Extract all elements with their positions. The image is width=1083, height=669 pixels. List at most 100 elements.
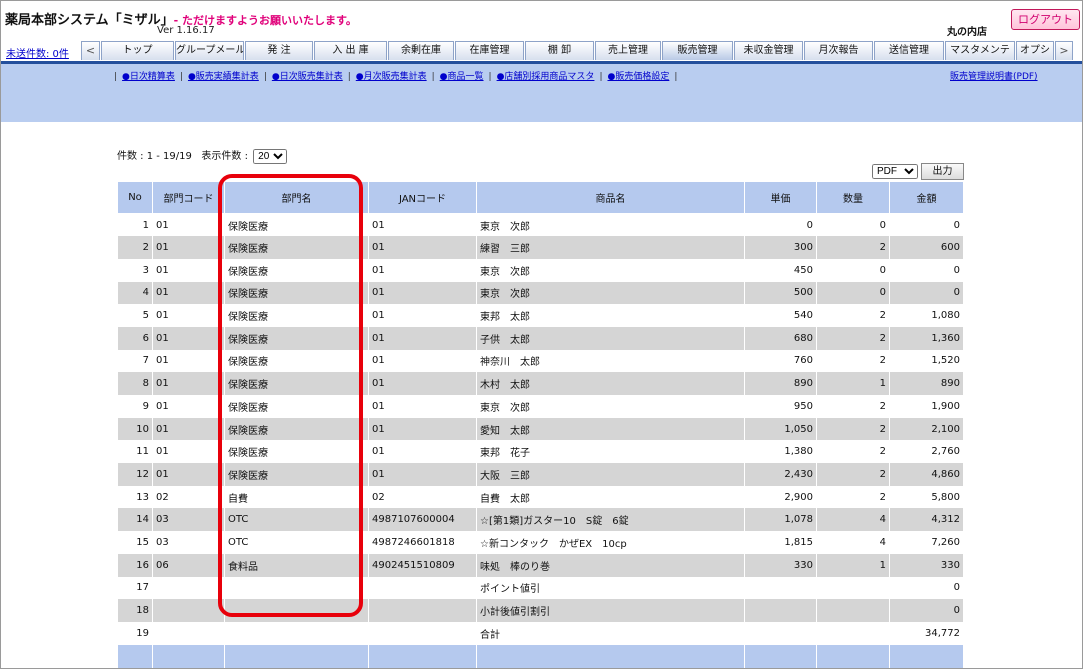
cell-jan-code: 01: [368, 440, 477, 464]
cell-amount: 7,260: [889, 531, 964, 554]
cell-jan-code: 4902451510809: [368, 553, 477, 577]
tab-scroll-right-icon[interactable]: >: [1055, 41, 1073, 60]
table-row: 14 03 OTC 4987107600004 ☆[第1類]ガスター10 S錠 6錠 1,…: [117, 508, 964, 532]
footer-cell: [744, 644, 817, 668]
unsent-count-link[interactable]: 未送件数: 0件: [6, 45, 69, 60]
header-jan-code[interactable]: JANコード: [368, 181, 477, 214]
tab-sales-management[interactable]: 販売管理: [662, 41, 733, 60]
cell-no: 19: [117, 621, 153, 645]
subnav-daily-sales-summary[interactable]: ●日次販売集計表: [272, 72, 343, 82]
cell-dept-name: 保険医療: [224, 236, 369, 259]
version-label: Ver 1.16.17: [157, 25, 215, 36]
header-product-name[interactable]: 商品名: [476, 181, 745, 214]
cell-unit-price: 760: [744, 349, 817, 373]
cell-dept-name: 食料品: [224, 553, 369, 577]
cell-unit-price: 540: [744, 304, 817, 327]
tab-transmission[interactable]: 送信管理: [874, 41, 944, 60]
header-dept-name[interactable]: 部門名: [224, 181, 369, 214]
cell-no: 6: [117, 326, 153, 350]
subnav-price-setting[interactable]: ●販売価格設定: [607, 72, 669, 82]
tab-stock-in-out[interactable]: 入 出 庫: [314, 41, 387, 60]
cell-dept-name: 保険医療: [224, 463, 369, 486]
cell-product-name: 自費 太郎: [476, 485, 745, 509]
cell-amount: 0: [889, 213, 964, 237]
subnav-product-list[interactable]: ●商品一覧: [440, 72, 484, 82]
tab-stocktaking[interactable]: 棚 卸: [525, 41, 594, 60]
footer-cell: [368, 644, 477, 668]
header-dept-code[interactable]: 部門コード: [152, 181, 225, 214]
table-body: 1 01 保険医療 01 東京 次郎 0 0 0 2 01 保険医療 01 練習 三郎 300 2 600 3 0…: [117, 213, 964, 668]
cell-product-name: 大阪 三郎: [476, 463, 745, 486]
cell-no: 14: [117, 508, 153, 532]
tab-order[interactable]: 発 注: [245, 41, 313, 60]
display-count-label: 表示件数 :: [201, 151, 248, 162]
cell-product-name: 子供 太郎: [476, 326, 745, 350]
tab-inventory[interactable]: 在庫管理: [455, 41, 524, 60]
app-window: 薬局本部システム「ミザル」- ただけますようお願いいたします。 Ver 1.16…: [0, 0, 1083, 669]
header-amount[interactable]: 金額: [889, 181, 964, 214]
cell-amount: 1,900: [889, 395, 964, 418]
table-header-row: No 部門コード 部門名 JANコード 商品名 単価 数量 金額: [117, 181, 964, 214]
cell-no: 3: [117, 258, 153, 282]
subnav-daily-settlement[interactable]: ●日次精算表: [122, 72, 175, 82]
cell-product-name: 愛知 太郎: [476, 417, 745, 441]
cell-amount: 330: [889, 553, 964, 577]
cell-jan-code: [368, 621, 477, 645]
tab-master-maintenance[interactable]: マスタメンテ: [945, 41, 1015, 60]
tab-sales[interactable]: 売上管理: [595, 41, 661, 60]
tab-surplus-stock[interactable]: 余剰在庫: [388, 41, 454, 60]
cell-unit-price: 500: [744, 281, 817, 305]
cell-no: 2: [117, 236, 153, 259]
footer-cell: [889, 644, 964, 668]
app-title-text: 薬局本部システム「ミザル」: [5, 13, 174, 28]
subnav-sales-performance[interactable]: ●販売実績集計表: [188, 72, 259, 82]
subnav-monthly-sales-summary[interactable]: ●月次販売集計表: [356, 72, 427, 82]
cell-quantity: 0: [816, 281, 890, 305]
cell-dept-name: OTC: [224, 508, 369, 532]
cell-unit-price: 1,815: [744, 531, 817, 554]
tab-scroll-left-icon[interactable]: <: [81, 41, 100, 60]
cell-dept-name: 自費: [224, 485, 369, 509]
cell-amount: 0: [889, 599, 964, 622]
cell-quantity: 0: [816, 258, 890, 282]
cell-jan-code: 01: [368, 304, 477, 327]
table-row: 1 01 保険医療 01 東京 次郎 0 0 0: [117, 213, 964, 237]
cell-product-name: ポイント値引: [476, 576, 745, 600]
cell-unit-price: 1,078: [744, 508, 817, 532]
display-count-select[interactable]: 20: [253, 149, 288, 164]
sales-manual-pdf-link[interactable]: 販売管理説明書(PDF): [950, 69, 1038, 82]
output-button[interactable]: 出力: [921, 163, 964, 180]
cell-no: 11: [117, 440, 153, 464]
tab-receivables[interactable]: 未収金管理: [734, 41, 803, 60]
cell-dept-code: 06: [152, 553, 225, 577]
cell-quantity: 1: [816, 553, 890, 577]
cell-no: 5: [117, 304, 153, 327]
footer-cell: [816, 644, 890, 668]
cell-amount: 0: [889, 281, 964, 305]
cell-amount: 34,772: [889, 621, 964, 645]
tab-group-mail[interactable]: グループメール: [175, 41, 244, 60]
tab-monthly-report[interactable]: 月次報告: [804, 41, 873, 60]
cell-unit-price: 1,050: [744, 417, 817, 441]
cell-dept-code: 01: [152, 304, 225, 327]
tab-options[interactable]: オプシ: [1016, 41, 1054, 60]
table-row: 2 01 保険医療 01 練習 三郎 300 2 600: [117, 236, 964, 259]
cell-dept-name: 保険医療: [224, 304, 369, 327]
cell-dept-name: 保険医療: [224, 417, 369, 441]
table-row: 11 01 保険医療 01 東邦 花子 1,380 2 2,760: [117, 440, 964, 464]
header-quantity[interactable]: 数量: [816, 181, 890, 214]
table-row: 4 01 保険医療 01 東京 次郎 500 0 0: [117, 281, 964, 305]
export-format-select[interactable]: PDF: [872, 164, 918, 179]
cell-dept-name: [224, 576, 369, 600]
logout-button[interactable]: ログアウト: [1011, 9, 1080, 30]
cell-dept-code: 01: [152, 372, 225, 395]
cell-jan-code: 01: [368, 326, 477, 350]
cell-no: 9: [117, 395, 153, 418]
cell-quantity: [816, 621, 890, 645]
header-no[interactable]: No: [117, 181, 153, 214]
cell-no: 17: [117, 576, 153, 600]
header-unit-price[interactable]: 単価: [744, 181, 817, 214]
tab-top[interactable]: トップ: [101, 41, 174, 60]
subnav-store-product-master[interactable]: ●店舗別採用商品マスタ: [497, 72, 595, 82]
cell-amount: 0: [889, 258, 964, 282]
